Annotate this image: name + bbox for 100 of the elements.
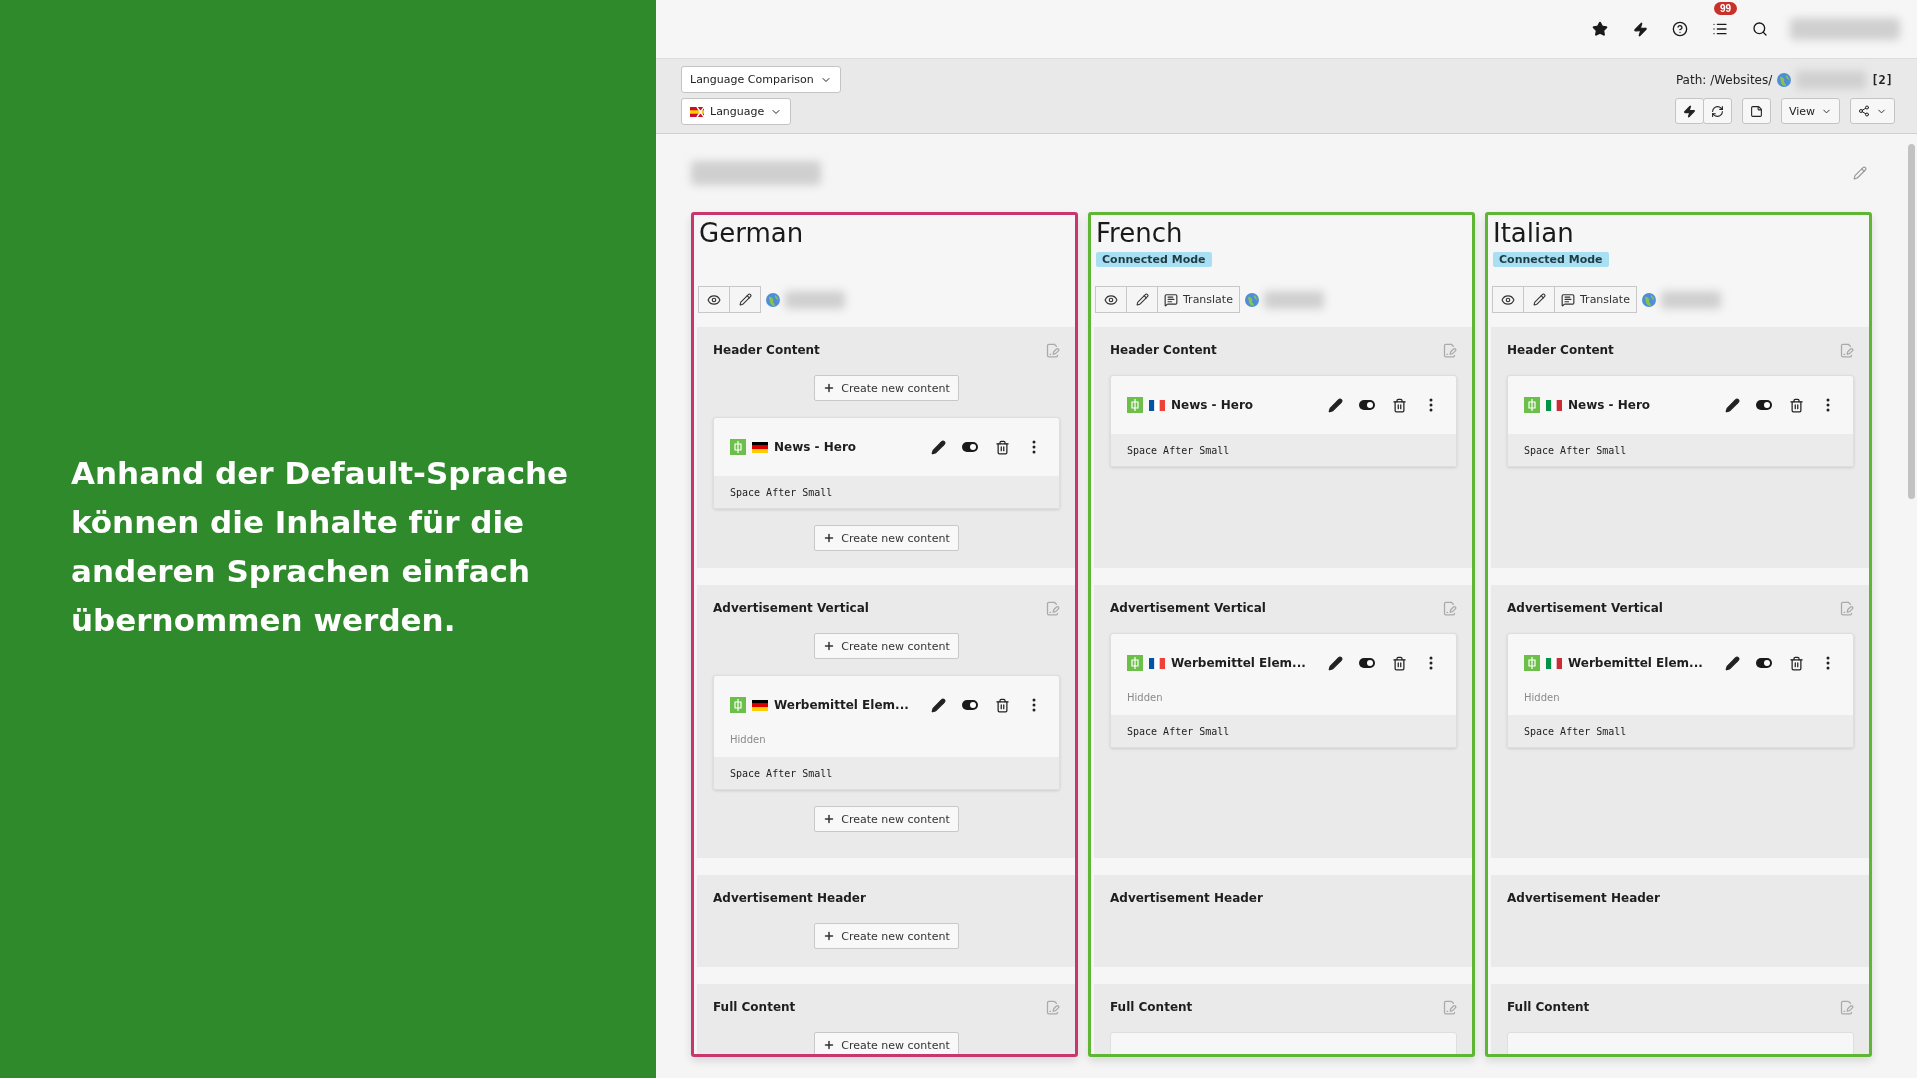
- plus-icon: [823, 640, 836, 652]
- edit-document-icon: [1839, 342, 1854, 358]
- edit-document-icon: [1839, 999, 1854, 1015]
- edit-button[interactable]: [1126, 286, 1158, 313]
- section-title: Advertisement Header: [1110, 891, 1263, 905]
- refresh-icon: [1710, 104, 1724, 118]
- create-content-button[interactable]: Create new content: [814, 375, 959, 401]
- section-title: Header Content: [1110, 343, 1217, 357]
- pencil-icon: [1853, 166, 1867, 180]
- edit-document-icon: [1045, 342, 1060, 358]
- eye-icon: [707, 292, 721, 307]
- element-title: News - Hero: [774, 440, 858, 454]
- trash-icon: [1788, 655, 1804, 671]
- translate-button[interactable]: Translate: [1157, 286, 1240, 313]
- pencil-icon: [1327, 655, 1343, 671]
- edit-document-icon: [1839, 600, 1854, 616]
- toggle-icon: [1756, 658, 1772, 668]
- share-button[interactable]: [1850, 98, 1895, 124]
- delete-button[interactable]: [993, 438, 1011, 456]
- note-button[interactable]: [1741, 98, 1771, 124]
- element-footer: Space After Small: [1111, 715, 1456, 747]
- edit-document-icon: [1045, 999, 1060, 1015]
- more-icon: [1429, 656, 1433, 670]
- toggle-icon: [962, 442, 978, 452]
- preview-button[interactable]: [1492, 286, 1524, 313]
- view-select[interactable]: Language Comparison: [681, 66, 841, 93]
- element-footer: Space After Small: [714, 476, 1059, 508]
- edit-button[interactable]: [1523, 286, 1555, 313]
- section-title: Full Content: [1110, 1000, 1193, 1014]
- element-title: News - Hero: [1171, 398, 1255, 412]
- create-content-button[interactable]: Create new content: [814, 633, 959, 659]
- section-title: Advertisement Header: [713, 891, 866, 905]
- plus-icon: [823, 1039, 836, 1051]
- flash-button[interactable]: [1674, 98, 1704, 124]
- edit-document-icon: [1442, 342, 1457, 358]
- create-content-button[interactable]: Create new content: [814, 525, 959, 551]
- delete-button[interactable]: [993, 696, 1011, 714]
- create-content-button[interactable]: Create new content: [814, 806, 959, 832]
- section-title: Full Content: [713, 1000, 796, 1014]
- content-element-icon: [1127, 397, 1143, 413]
- edit-document-icon: [1045, 600, 1060, 616]
- section-title: Advertisement Header: [1507, 891, 1660, 905]
- refresh-button[interactable]: [1702, 98, 1732, 124]
- blurred-placeholder: [1263, 290, 1324, 309]
- language-select[interactable]: Language: [681, 98, 792, 125]
- lightning-icon: [1682, 104, 1696, 118]
- toggle-icon: [1359, 658, 1375, 668]
- mode-badge: Connected Mode: [1493, 252, 1609, 267]
- delete-button[interactable]: [1787, 396, 1805, 414]
- pencil-icon: [930, 439, 946, 455]
- blurred-placeholder: [785, 290, 845, 309]
- element-footer: Space After Small: [1111, 434, 1456, 466]
- edit-button[interactable]: [929, 696, 947, 714]
- content-element-icon: [1524, 397, 1540, 413]
- delete-button[interactable]: [1390, 396, 1408, 414]
- translate-button[interactable]: Translate: [1554, 286, 1637, 313]
- toggle-icon: [1756, 400, 1772, 410]
- create-content-button[interactable]: Create new content: [814, 923, 959, 949]
- note-icon: [1749, 104, 1763, 118]
- eye-icon: [1501, 292, 1515, 307]
- more-icon: [1826, 656, 1830, 670]
- create-content-button[interactable]: Create new content: [814, 1032, 959, 1054]
- delete-button[interactable]: [1390, 654, 1408, 672]
- edit-button[interactable]: [1326, 396, 1344, 414]
- element-footer: Space After Small: [1508, 715, 1853, 747]
- eye-icon: [1104, 292, 1118, 307]
- preview-button[interactable]: [1095, 286, 1127, 313]
- page-id: [2]: [1871, 72, 1893, 87]
- edit-button[interactable]: [1723, 654, 1741, 672]
- bookmark-icon[interactable]: [1590, 19, 1610, 39]
- trash-icon: [994, 439, 1010, 455]
- plus-icon: [823, 813, 836, 825]
- trash-icon: [1788, 397, 1804, 413]
- pencil-icon: [1532, 293, 1546, 306]
- hidden-label: Hidden: [1126, 692, 1164, 705]
- preview-button[interactable]: [698, 286, 730, 313]
- element-title: Werbemittel Elem...: [1568, 656, 1704, 670]
- help-icon[interactable]: [1670, 19, 1690, 39]
- element-title: Werbemittel Elem...: [1171, 656, 1307, 670]
- toggle-icon: [1359, 400, 1375, 410]
- globe-icon: [766, 292, 780, 307]
- edit-button[interactable]: [1723, 396, 1741, 414]
- pencil-icon: [930, 697, 946, 713]
- edit-button[interactable]: [929, 438, 947, 456]
- section-title: Advertisement Vertical: [1507, 601, 1663, 615]
- toggle-icon: [962, 700, 978, 710]
- edit-button[interactable]: [1326, 654, 1344, 672]
- pencil-icon: [1724, 655, 1740, 671]
- section-title: Advertisement Vertical: [713, 601, 869, 615]
- plus-icon: [823, 382, 836, 394]
- element-footer: Space After Small: [1508, 434, 1853, 466]
- trash-icon: [1391, 655, 1407, 671]
- delete-button[interactable]: [1787, 654, 1805, 672]
- view-button[interactable]: View: [1780, 98, 1840, 124]
- edit-document-icon: [1442, 999, 1457, 1015]
- intro-text: Anhand der Default-Sprache können die Inhalte für die anderen Sprachen einfach übernommen werden.: [71, 454, 569, 640]
- pencil-icon: [738, 293, 752, 306]
- section-title: Header Content: [713, 343, 820, 357]
- more-icon: [1032, 440, 1036, 454]
- edit-button[interactable]: [729, 286, 761, 313]
